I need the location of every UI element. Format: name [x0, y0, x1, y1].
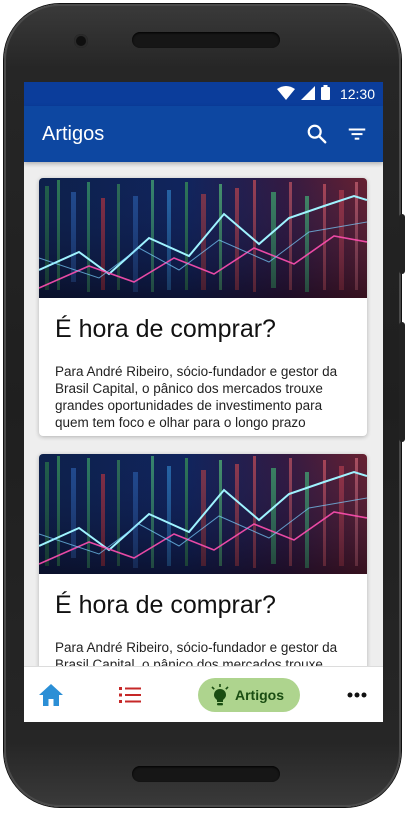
signal-icon	[300, 85, 315, 103]
list-icon	[118, 687, 141, 703]
more-icon	[347, 692, 366, 698]
home-icon	[38, 684, 63, 706]
screen: 12:30 Artigos É hora de comprar? Para An…	[24, 82, 383, 722]
nav-artigos[interactable]: Artigos	[198, 667, 300, 722]
article-card[interactable]: É hora de comprar? Para André Ribeiro, s…	[39, 178, 367, 436]
bottom-speaker	[132, 766, 280, 782]
bottom-nav: Artigos	[24, 666, 383, 722]
stock-market-image	[39, 454, 367, 574]
article-card[interactable]: É hora de comprar? Para André Ribeiro, s…	[39, 454, 367, 666]
article-title: É hora de comprar?	[55, 315, 276, 343]
wifi-icon	[276, 85, 295, 103]
article-title: É hora de comprar?	[55, 591, 276, 619]
status-time: 12:30	[339, 86, 375, 102]
volume-button	[399, 214, 405, 274]
power-button	[399, 322, 405, 442]
battery-icon	[320, 85, 330, 103]
status-bar: 12:30	[24, 82, 383, 106]
active-tab-pill: Artigos	[198, 678, 300, 712]
article-summary: Para André Ribeiro, sócio-fundador e ges…	[55, 640, 338, 666]
active-tab-label: Artigos	[235, 687, 284, 703]
search-icon	[307, 124, 327, 144]
nav-list[interactable]	[103, 667, 156, 722]
filter-icon	[348, 128, 366, 140]
article-summary: Para André Ribeiro, sócio-fundador e ges…	[55, 364, 338, 430]
nav-more[interactable]	[330, 667, 383, 722]
nav-home[interactable]	[24, 667, 77, 722]
lightbulb-icon	[211, 684, 229, 706]
page-title: Artigos	[42, 122, 105, 145]
front-camera	[74, 34, 88, 48]
filter-button[interactable]	[337, 114, 377, 154]
stock-market-image	[39, 178, 367, 298]
articles-list[interactable]: É hora de comprar? Para André Ribeiro, s…	[24, 162, 383, 666]
app-bar: Artigos	[24, 106, 383, 162]
earpiece-speaker	[132, 32, 280, 48]
search-button[interactable]	[297, 114, 337, 154]
